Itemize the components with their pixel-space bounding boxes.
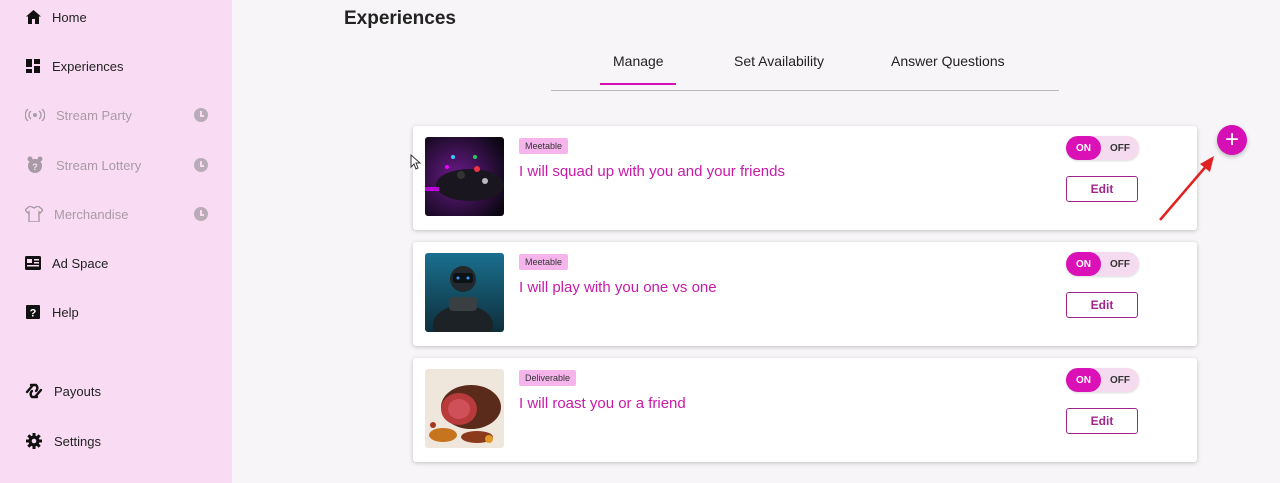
experience-card: Meetable I will squad up with you and yo… — [413, 126, 1197, 230]
experience-thumbnail — [425, 137, 504, 216]
dashboard-icon — [24, 57, 42, 75]
edit-button[interactable]: Edit — [1066, 176, 1138, 202]
edit-button[interactable]: Edit — [1066, 408, 1138, 434]
mouse-cursor-icon — [410, 154, 422, 170]
toggle-on-label: ON — [1066, 368, 1101, 392]
sidebar-item-label: Home — [52, 9, 87, 25]
svg-text:?: ? — [30, 308, 37, 320]
tab-bar: Manage Set Availability Answer Questions — [551, 44, 1059, 91]
sidebar-item-stream-party[interactable]: Stream Party — [24, 104, 208, 126]
help-icon: ? — [24, 303, 42, 321]
experience-title[interactable]: I will play with you one vs one — [519, 279, 717, 296]
sidebar-item-label: Merchandise — [54, 206, 129, 222]
sidebar-item-label: Experiences — [52, 58, 124, 74]
experience-type-badge: Deliverable — [519, 370, 577, 386]
sidebar-item-home[interactable]: Home — [24, 6, 208, 28]
experience-thumbnail — [425, 369, 504, 448]
experience-type-badge: Meetable — [519, 138, 569, 154]
tab-answer-questions[interactable]: Answer Questions — [891, 53, 1005, 69]
status-toggle[interactable]: ON OFF — [1066, 252, 1139, 276]
sidebar-item-stream-lottery[interactable]: ? Stream Lottery — [24, 154, 208, 176]
experience-card: Meetable I will play with you one vs one… — [413, 242, 1197, 346]
lottery-icon: ? — [24, 156, 46, 174]
broadcast-icon — [24, 106, 46, 124]
svg-text:?: ? — [32, 162, 38, 172]
sidebar-item-ad-space[interactable]: Ad Space — [24, 252, 208, 274]
sidebar-item-label: Ad Space — [52, 255, 109, 271]
sidebar-item-label: Help — [52, 304, 79, 320]
sidebar-item-settings[interactable]: Settings — [24, 430, 208, 452]
sidebar-item-label: Stream Party — [56, 107, 132, 123]
gear-icon — [24, 432, 44, 450]
toggle-on-label: ON — [1066, 252, 1101, 276]
experience-card: Deliverable I will roast you or a friend… — [413, 358, 1197, 462]
sidebar-item-label: Payouts — [54, 383, 101, 399]
toggle-off-label: OFF — [1110, 258, 1130, 270]
clock-icon — [194, 108, 208, 122]
status-toggle[interactable]: ON OFF — [1066, 136, 1139, 160]
experience-type-badge: Meetable — [519, 254, 569, 270]
sidebar-item-label: Stream Lottery — [56, 157, 142, 173]
shirt-icon — [24, 205, 44, 223]
home-icon — [24, 8, 42, 26]
tab-manage[interactable]: Manage — [600, 53, 676, 85]
page-title: Experiences — [344, 8, 456, 29]
status-toggle[interactable]: ON OFF — [1066, 368, 1139, 392]
sidebar-item-payouts[interactable]: Payouts — [24, 380, 208, 402]
clock-icon — [194, 158, 208, 172]
sidebar-item-help[interactable]: ? Help — [24, 301, 208, 323]
edit-button[interactable]: Edit — [1066, 292, 1138, 318]
sidebar: Home Experiences Stream Party ? Stream L… — [0, 0, 232, 483]
experience-title[interactable]: I will squad up with you and your friend… — [519, 163, 785, 180]
tab-set-availability[interactable]: Set Availability — [734, 53, 824, 69]
add-experience-button[interactable]: + — [1217, 125, 1247, 155]
sidebar-item-merchandise[interactable]: Merchandise — [24, 203, 208, 225]
newspaper-icon — [24, 254, 42, 272]
experience-title[interactable]: I will roast you or a friend — [519, 395, 686, 412]
toggle-on-label: ON — [1066, 136, 1101, 160]
payouts-icon — [24, 382, 44, 400]
annotation-arrow — [1159, 156, 1214, 221]
experience-thumbnail — [425, 253, 504, 332]
sidebar-item-label: Settings — [54, 433, 101, 449]
sidebar-item-experiences[interactable]: Experiences — [24, 55, 208, 77]
plus-icon: + — [1224, 126, 1239, 153]
toggle-off-label: OFF — [1110, 142, 1130, 154]
toggle-off-label: OFF — [1110, 374, 1130, 386]
clock-icon — [194, 207, 208, 221]
